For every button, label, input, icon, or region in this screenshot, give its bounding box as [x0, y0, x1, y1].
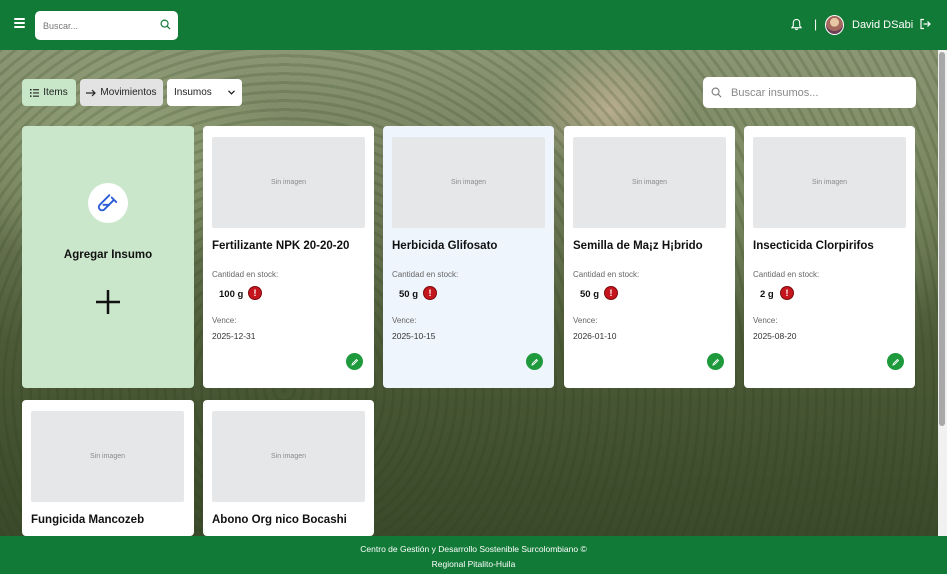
movements-button[interactable]: Movimientos: [80, 79, 163, 106]
product-image-placeholder: Sin imagen: [753, 137, 906, 228]
product-name: Semilla de Ma¡z H¡brido: [573, 240, 703, 252]
search-icon: [711, 87, 722, 98]
edit-button[interactable]: [707, 353, 724, 370]
edit-button[interactable]: [526, 353, 543, 370]
add-supply-icon-circle: [88, 183, 128, 223]
product-card[interactable]: Sin imagen Semilla de Ma¡z H¡brido Canti…: [564, 126, 735, 388]
stock-quantity: 50 g: [399, 289, 419, 300]
footer-line-2: Regional Pitalito-Huila: [431, 559, 516, 569]
search-icon[interactable]: [160, 19, 171, 30]
items-label: Items: [43, 87, 68, 98]
low-stock-alert-icon: !: [423, 286, 437, 300]
expiry-date: 2025-10-15: [392, 331, 436, 341]
items-view-button[interactable]: Items: [22, 79, 76, 106]
product-card[interactable]: Sin imagen Insecticida Clorpirifos Canti…: [744, 126, 915, 388]
expires-label: Vence:: [573, 316, 598, 325]
low-stock-alert-icon: !: [780, 286, 794, 300]
pencil-icon: [530, 358, 538, 366]
bell-icon[interactable]: [791, 18, 802, 31]
edit-button[interactable]: [887, 353, 904, 370]
expiry-date: 2025-08-20: [753, 331, 797, 341]
scrollbar-thumb[interactable]: [939, 52, 945, 426]
expires-label: Vence:: [392, 316, 417, 325]
pencil-icon: [350, 358, 358, 366]
expires-label: Vence:: [212, 316, 237, 325]
chevron-down-icon: [228, 90, 235, 95]
product-name: Fertilizante NPK 20-20-20: [212, 240, 350, 252]
hamburger-menu-icon[interactable]: [14, 18, 25, 30]
category-select[interactable]: Insumos: [167, 79, 242, 106]
footer: Centro de Gestión y Desarrollo Sostenibl…: [0, 536, 947, 574]
supplies-search-box: [703, 77, 916, 108]
product-image-placeholder: Sin imagen: [31, 411, 184, 502]
stock-label: Cantidad en stock:: [212, 270, 279, 279]
stock-label: Cantidad en stock:: [573, 270, 640, 279]
avatar[interactable]: [825, 15, 844, 35]
pencil-icon: [891, 358, 899, 366]
pencil-icon: [711, 358, 719, 366]
expiry-date: 2026-01-10: [573, 331, 617, 341]
page-scrollbar[interactable]: [938, 50, 947, 536]
product-image-placeholder: Sin imagen: [573, 137, 726, 228]
expiry-date: 2025-12-31: [212, 331, 256, 341]
low-stock-alert-icon: !: [248, 286, 262, 300]
product-card[interactable]: Sin imagen Abono Org nico Bocashi: [203, 400, 374, 536]
product-name: Fungicida Mancozeb: [31, 514, 145, 526]
stock-quantity: 2 g: [760, 289, 774, 300]
product-name: Herbicida Glifosato: [392, 240, 498, 252]
stock-quantity: 100 g: [219, 289, 244, 300]
stock-label: Cantidad en stock:: [392, 270, 459, 279]
top-search-box: [35, 11, 178, 40]
product-name: Abono Org nico Bocashi: [212, 514, 347, 526]
product-card[interactable]: Sin imagen Herbicida Glifosato Cantidad …: [383, 126, 554, 388]
expires-label: Vence:: [753, 316, 778, 325]
user-name[interactable]: David DSabi: [852, 19, 913, 31]
supplies-search-input[interactable]: [731, 86, 901, 99]
product-card[interactable]: Sin imagen Fungicida Mancozeb: [22, 400, 194, 536]
low-stock-alert-icon: !: [604, 286, 618, 300]
top-navbar: | David DSabi: [0, 0, 947, 50]
stock-quantity: 50 g: [580, 289, 600, 300]
category-select-value: Insumos: [174, 87, 212, 98]
product-card[interactable]: Sin imagen Fertilizante NPK 20-20-20 Can…: [203, 126, 374, 388]
stock-label: Cantidad en stock:: [753, 270, 820, 279]
add-supply-title: Agregar Insumo: [63, 249, 153, 261]
edit-button[interactable]: [346, 353, 363, 370]
header-separator: |: [814, 17, 818, 31]
footer-line-1: Centro de Gestión y Desarrollo Sostenibl…: [360, 544, 587, 554]
test-tube-icon: [97, 194, 118, 212]
list-icon: [30, 88, 40, 97]
product-image-placeholder: Sin imagen: [212, 411, 365, 502]
plus-icon[interactable]: [96, 290, 120, 314]
top-search-input[interactable]: [43, 20, 153, 31]
product-image-placeholder: Sin imagen: [392, 137, 545, 228]
movements-label: Movimientos: [100, 87, 157, 98]
logout-icon[interactable]: [919, 18, 931, 30]
add-supply-card[interactable]: Agregar Insumo: [22, 126, 194, 388]
product-name: Insecticida Clorpirifos: [753, 240, 874, 252]
arrow-right-icon: [86, 89, 97, 96]
product-image-placeholder: Sin imagen: [212, 137, 365, 228]
